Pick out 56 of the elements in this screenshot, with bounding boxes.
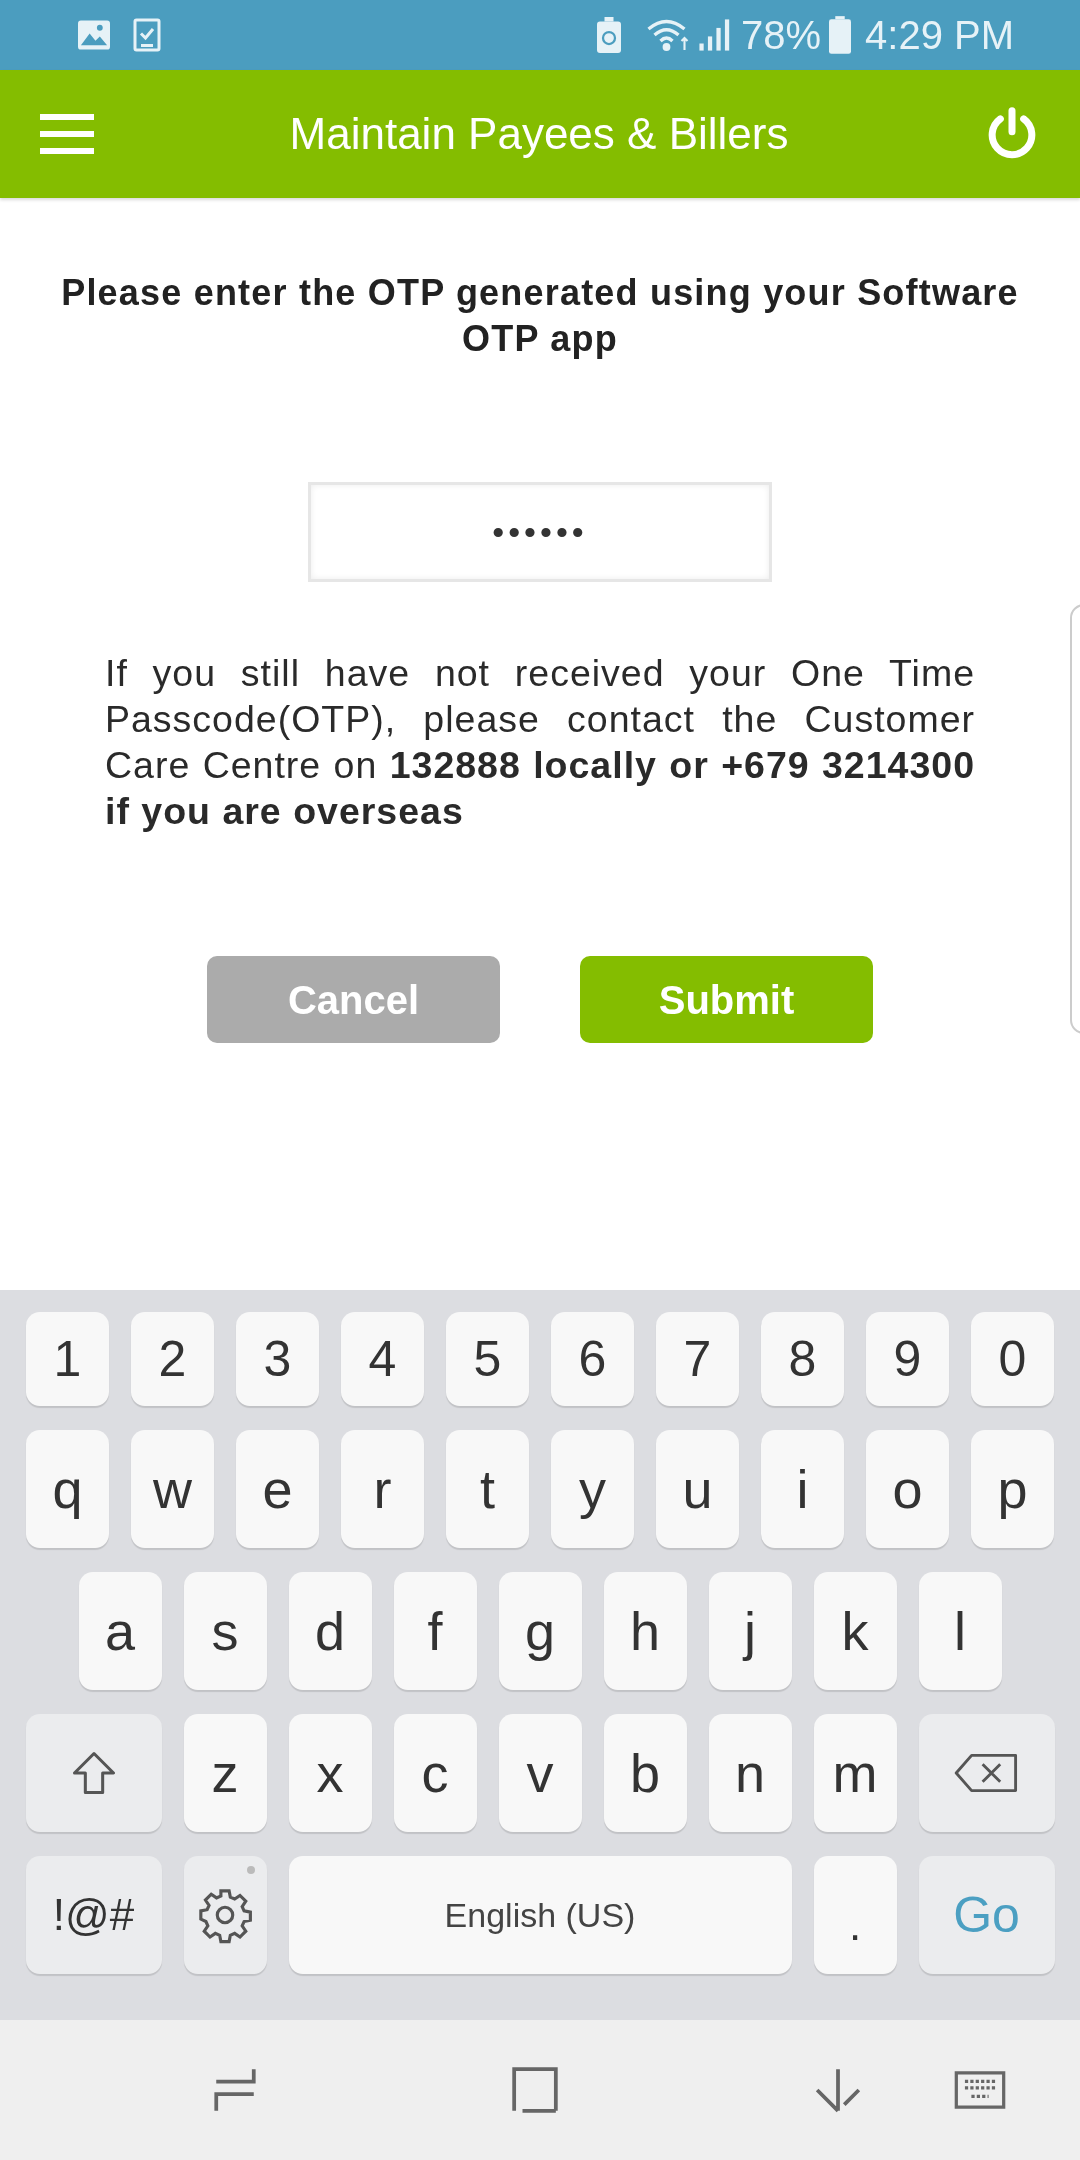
keyboard-key[interactable]: 8 bbox=[761, 1312, 844, 1406]
keyboard-key[interactable]: 0 bbox=[971, 1312, 1054, 1406]
keyboard-key[interactable]: n bbox=[708, 1714, 792, 1832]
keyboard-key[interactable]: 5 bbox=[446, 1312, 529, 1406]
keyboard-key[interactable]: 4 bbox=[341, 1312, 424, 1406]
keyboard-key[interactable]: a bbox=[78, 1572, 162, 1690]
keyboard-key[interactable]: c bbox=[393, 1714, 477, 1832]
keyboard-key[interactable]: 7 bbox=[656, 1312, 739, 1406]
keyboard-key[interactable]: u bbox=[656, 1430, 739, 1548]
space-key[interactable]: English (US) bbox=[288, 1856, 792, 1974]
period-key[interactable]: . bbox=[813, 1856, 897, 1974]
keyboard-key[interactable]: b bbox=[603, 1714, 687, 1832]
keyboard-key[interactable]: w bbox=[131, 1430, 214, 1548]
otp-input-field[interactable]: •••••• bbox=[308, 482, 772, 582]
keyboard-key[interactable]: 2 bbox=[131, 1312, 214, 1406]
keyboard-key[interactable]: e bbox=[236, 1430, 319, 1548]
keyboard-key[interactable]: d bbox=[288, 1572, 372, 1690]
keyboard-icon[interactable] bbox=[952, 2068, 1008, 2112]
keyboard-key[interactable]: x bbox=[288, 1714, 372, 1832]
keyboard-key[interactable]: 6 bbox=[551, 1312, 634, 1406]
backspace-icon bbox=[953, 1751, 1020, 1795]
keyboard-key[interactable]: g bbox=[498, 1572, 582, 1690]
keyboard-key[interactable]: i bbox=[761, 1430, 844, 1548]
battery-saver-icon bbox=[596, 17, 621, 53]
keyboard-key[interactable]: j bbox=[708, 1572, 792, 1690]
keyboard-key[interactable]: f bbox=[393, 1572, 477, 1690]
keyboard-key[interactable]: v bbox=[498, 1714, 582, 1832]
keyboard-key[interactable]: o bbox=[866, 1430, 949, 1548]
battery-percentage: 78% bbox=[740, 12, 822, 59]
keyboard-key[interactable]: t bbox=[446, 1430, 529, 1548]
symbols-key[interactable]: !@# bbox=[25, 1856, 162, 1974]
keyboard-key[interactable]: m bbox=[813, 1714, 897, 1832]
keyboard-key[interactable]: 3 bbox=[236, 1312, 319, 1406]
clipboard-check-icon bbox=[132, 17, 162, 53]
shift-key[interactable] bbox=[25, 1714, 162, 1832]
keyboard-key[interactable]: s bbox=[183, 1572, 267, 1690]
keyboard-key[interactable]: k bbox=[813, 1572, 897, 1690]
image-icon bbox=[76, 19, 112, 51]
keyboard-key[interactable]: r bbox=[341, 1430, 424, 1548]
screen-title: Maintain Payees & Billers bbox=[288, 108, 790, 160]
home-icon[interactable] bbox=[510, 2065, 560, 2115]
keyboard-key[interactable]: y bbox=[551, 1430, 634, 1548]
keyboard-key[interactable]: p bbox=[971, 1430, 1054, 1548]
keyboard-key[interactable]: 9 bbox=[866, 1312, 949, 1406]
settings-icon bbox=[196, 1886, 254, 1944]
battery-icon bbox=[829, 16, 852, 54]
backspace-key[interactable] bbox=[918, 1714, 1055, 1832]
keyboard-key[interactable]: q bbox=[26, 1430, 109, 1548]
clock-time: 4:29 PM bbox=[865, 12, 1014, 59]
keyboard-key[interactable]: z bbox=[183, 1714, 267, 1832]
help-message: If you still have not received your One Time Passcode(OTP), please contact the Customer Care Centre on 132888 locally or +679 3214300 if you are overseas bbox=[105, 651, 975, 834]
otp-prompt: Please enter the OTP generated using your Software OTP app bbox=[60, 271, 1020, 361]
keyboard-key[interactable]: l bbox=[918, 1572, 1002, 1690]
keyboard-key[interactable]: 1 bbox=[26, 1312, 109, 1406]
settings-key[interactable] bbox=[183, 1856, 267, 1974]
keyboard-key[interactable]: h bbox=[603, 1572, 687, 1690]
